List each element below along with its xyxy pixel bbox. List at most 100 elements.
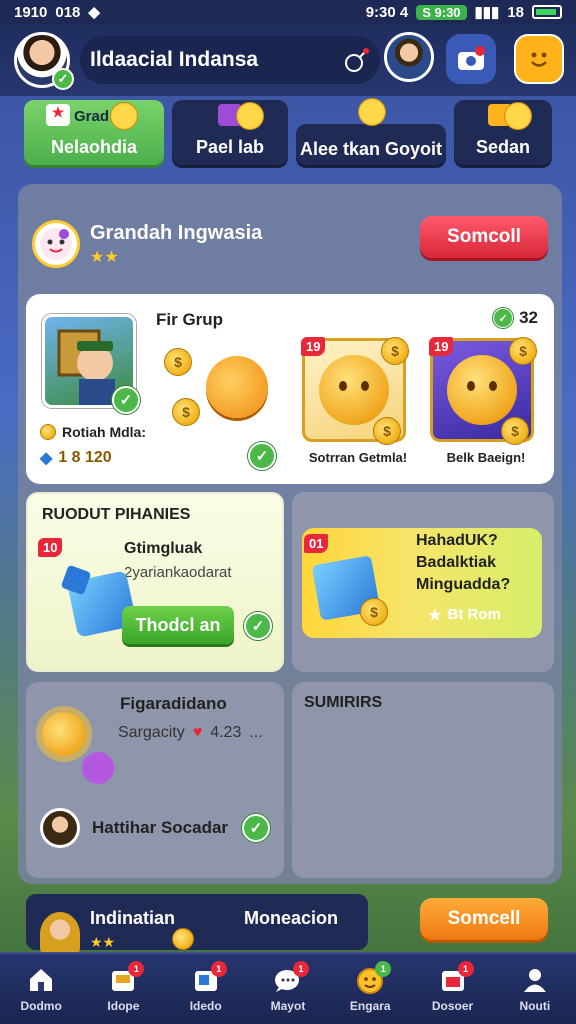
challenge-card-right: 01 $ HahadUK? Badalktiak Minguadda? ★ Bt… (292, 492, 554, 672)
nav-item-engara[interactable]: 1 Engara (334, 961, 406, 1013)
status-clock: 9:30 4 (365, 3, 409, 21)
username: Ildaacial Indansa (90, 48, 259, 71)
featured-count: ✓ 32 (493, 308, 538, 328)
emoji-icon: 1 (353, 961, 392, 995)
camera-icon (458, 46, 485, 70)
top-bar: ✓ Ildaacial Indansa (0, 24, 576, 96)
more-icon[interactable]: ... (249, 724, 262, 742)
challenge-title: RUODUT PIHANIES (42, 506, 191, 523)
friend-avatar[interactable] (384, 32, 434, 82)
challenge-check-icon: ✓ (244, 612, 272, 640)
bottom-nav: Dodmo 1 Idope 1 Idedo 1 Mayot 1 Engara 1 (0, 952, 576, 1024)
social-card-right: SUMIRIRS (292, 682, 554, 878)
nav-label: Engara (349, 999, 391, 1013)
player-check-icon: ✓ (112, 386, 140, 414)
tab-label: Sedan (475, 137, 531, 157)
nav-badge: 1 (128, 961, 145, 977)
game-face-icon (319, 355, 389, 425)
game-tile-1[interactable]: 19 $ $ (301, 337, 409, 445)
emoji-button[interactable] (514, 34, 564, 84)
edit-icon[interactable] (344, 47, 370, 73)
featured-count-value: 32 (519, 308, 538, 327)
group-header: Grandah Ingwasia ★★ Somcoll (32, 214, 548, 274)
count-check-icon: ✓ (493, 308, 514, 328)
coin-icon (172, 928, 194, 950)
nav-label: Dodmo (20, 999, 62, 1013)
challenge-offer[interactable]: 01 $ HahadUK? Badalktiak Minguadda? ★ Bt… (302, 528, 542, 638)
tab-logo-icon: ★ (46, 104, 70, 126)
social-subtitle: Sargacity (118, 724, 185, 741)
offer-reward: ★ Bt Rom (428, 606, 501, 624)
status-extra: 018 (55, 3, 81, 21)
tile-caption: Belk Baeign! (446, 450, 526, 465)
tab-alee-tkan[interactable]: Alee tkan Goyoit (296, 98, 446, 168)
nav-item-nouti[interactable]: Nouti (499, 965, 571, 1013)
nav-label: Dosoer (431, 999, 474, 1013)
tab-top-label: Grad (74, 108, 110, 125)
mascot-check-icon[interactable]: ✓ (248, 442, 276, 470)
friend-avatar[interactable] (40, 808, 80, 848)
verified-check-icon: ✓ (52, 68, 74, 90)
social-subtitle-row: Sargacity ♥ 4.23 ... (118, 724, 263, 742)
tile-badge: 19 (429, 337, 454, 356)
tile-badge: 19 (301, 337, 326, 356)
inbox-icon: 1 (106, 961, 145, 995)
strip-action-button[interactable]: Somcell (420, 898, 548, 940)
tab-label: Pael lab (195, 137, 265, 157)
game-tile-2[interactable]: 19 $ $ (429, 337, 537, 445)
status-time: 1910 (14, 3, 48, 21)
tab-emoji-icon (236, 102, 264, 130)
bottom-strip[interactable]: Indinatian ★★ Moneacion (26, 894, 368, 956)
tab-pael-lab[interactable]: Pael lab (172, 100, 288, 168)
coin-icon: $ (509, 337, 537, 365)
offer-line3: Minguadda? (416, 576, 511, 593)
social-title: Figaradidano (120, 694, 227, 713)
tab-nelaohdia[interactable]: ★ Grad Nelaohdia (24, 100, 164, 168)
group-action-button[interactable]: Somcoll (420, 216, 548, 258)
coin-icon: $ (164, 348, 192, 376)
tab-label: Nelaohdia (50, 137, 138, 157)
home-icon (24, 965, 58, 995)
group-stars: ★★ (90, 248, 119, 266)
player-name: Rotiah Mdla: (62, 424, 146, 440)
chat-icon: 1 (271, 961, 309, 995)
nav-item-idedo[interactable]: 1 Idedo (170, 961, 242, 1013)
tab-sedan[interactable]: Sedan (454, 100, 552, 168)
status-right-extra: 18 (507, 3, 524, 21)
coin-icon: $ (360, 598, 388, 626)
wifi-icon: ◆ (88, 4, 100, 21)
challenge-play-button[interactable]: Thodcl an (122, 606, 234, 644)
category-tabs: ★ Grad Nelaohdia Pael lab Alee tkan Goyo… (24, 98, 554, 172)
player-stats: 1 8 120 (58, 449, 112, 466)
nav-label: Nouti (519, 999, 551, 1013)
featured-card: ✓ Fir Grup ✓ 32 Rotiah Mdla: ◆ 1 8 120 $… (26, 294, 554, 484)
camera-button[interactable] (446, 34, 496, 84)
friend-check-icon[interactable]: ✓ (242, 814, 270, 842)
heart-icon: ♥ (192, 724, 203, 741)
signal-icon: ▮▮▮ (474, 4, 500, 21)
nav-item-idope[interactable]: 1 Idope (87, 961, 159, 1013)
challenge-card-left[interactable]: RUODUT PIHANIES 10 Gtimgluak 2yariankaod… (26, 492, 284, 672)
group-avatar[interactable] (32, 220, 80, 268)
strip-right-label: Moneacion (244, 908, 339, 928)
gift-icon: 1 (436, 961, 474, 995)
strip-left-label: Indinatian (90, 908, 175, 928)
gem-icon: ◆ (40, 450, 53, 467)
group-face-icon (40, 228, 72, 260)
group-title: Grandah Ingwasia (90, 221, 263, 244)
username-box[interactable]: Ildaacial Indansa (80, 36, 380, 84)
status-pill: S 9:30 (416, 4, 467, 20)
nav-label: Idedo (189, 999, 222, 1013)
featured-title: Fir Grup (156, 310, 224, 329)
social-card-left[interactable]: Figaradidano Sargacity ♥ 4.23 ... Hattih… (26, 682, 284, 878)
offer-line1: HahadUK? (416, 532, 498, 549)
nav-item-dodmo[interactable]: Dodmo (5, 965, 77, 1013)
tab-emoji-icon (504, 102, 532, 130)
nav-item-dosoer[interactable]: 1 Dosoer (417, 961, 489, 1013)
purple-face-icon (82, 752, 114, 784)
user-avatar[interactable]: ✓ (14, 32, 74, 90)
tab-emoji-icon (358, 98, 386, 126)
nav-item-mayot[interactable]: 1 Mayot (252, 961, 324, 1013)
tab-label: Alee tkan Goyoit (299, 139, 443, 159)
player-name-row: Rotiah Mdla: (40, 424, 146, 440)
